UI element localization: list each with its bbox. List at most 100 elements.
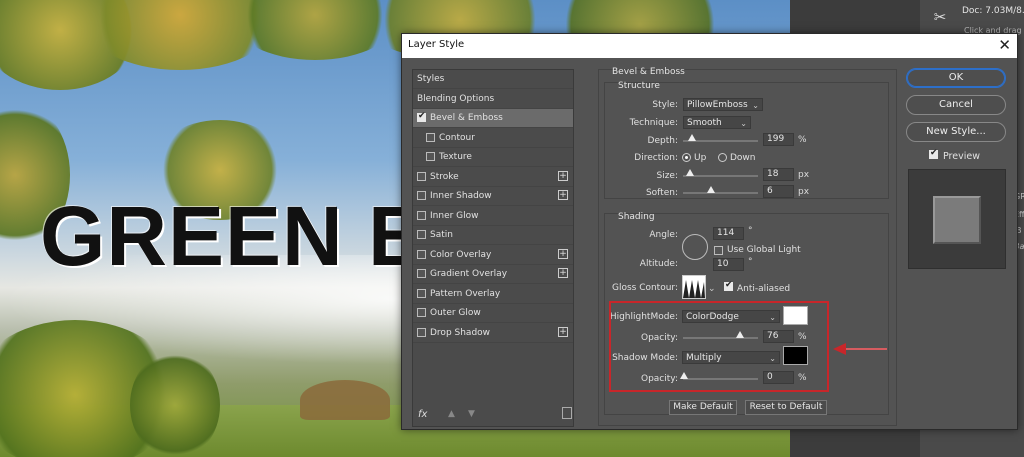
distant-trees <box>300 380 390 420</box>
checkbox-checked[interactable] <box>417 111 426 122</box>
list-item-label: Drop Shadow <box>430 327 491 338</box>
layer-style-dialog: Layer Style ✕ Styles Blending Options Be… <box>401 33 1018 430</box>
size-label: Size: <box>656 171 678 181</box>
texture-item[interactable]: Texture <box>413 148 573 167</box>
checkbox[interactable] <box>417 171 426 181</box>
shading-title: Shading <box>618 212 655 222</box>
depth-input[interactable]: 199 <box>763 133 794 146</box>
bevel-emboss-item[interactable]: Bevel & Emboss <box>413 109 573 128</box>
style-label: Style: <box>652 100 678 110</box>
anti-aliased-checkbox[interactable] <box>724 280 733 291</box>
add-icon[interactable]: + <box>558 248 568 259</box>
size-unit: px <box>798 170 810 180</box>
inner-shadow-item[interactable]: Inner Shadow + <box>413 187 573 206</box>
soften-unit: px <box>798 187 810 197</box>
style-dropdown[interactable]: PillowEmboss ⌄ <box>683 98 763 111</box>
add-icon[interactable]: + <box>558 190 568 200</box>
pattern-overlay-item[interactable]: Pattern Overlay <box>413 285 573 304</box>
fx-icon[interactable]: fx <box>418 409 427 420</box>
doc-size-info: Doc: 7.03M/8.9 <box>962 6 1024 16</box>
list-item-label: Bevel & Emboss <box>430 113 503 123</box>
cancel-button[interactable]: Cancel <box>906 95 1006 115</box>
styles-list: Styles Blending Options Bevel & Emboss C… <box>412 69 574 427</box>
close-icon[interactable]: ✕ <box>998 36 1011 54</box>
preview-checkbox[interactable] <box>929 148 938 159</box>
direction-up-radio[interactable] <box>682 153 691 162</box>
size-input[interactable]: 18 <box>763 168 794 181</box>
preview-label: Preview <box>943 151 980 162</box>
add-icon[interactable]: + <box>558 170 568 181</box>
depth-slider[interactable] <box>683 134 758 142</box>
chevron-down-icon[interactable]: ⌄ <box>708 284 716 294</box>
gloss-contour-thumbnail[interactable] <box>682 275 706 299</box>
tools-icon[interactable]: ✂ <box>928 6 952 28</box>
anti-aliased-label: Anti-aliased <box>737 284 791 294</box>
direction-down-radio[interactable] <box>718 153 727 162</box>
checkbox[interactable] <box>426 152 435 161</box>
technique-dropdown[interactable]: Smooth ⌄ <box>683 116 751 129</box>
list-item-label: Inner Shadow <box>430 191 492 201</box>
list-item-label: Styles <box>417 74 445 84</box>
chevron-down-icon: ⌄ <box>740 119 747 128</box>
contour-curve-icon <box>683 276 705 298</box>
move-up-icon[interactable]: ▲ <box>448 409 455 419</box>
inner-glow-item[interactable]: Inner Glow <box>413 207 573 226</box>
add-icon[interactable]: + <box>558 268 568 278</box>
soften-input[interactable]: 6 <box>763 185 794 198</box>
chevron-down-icon: ⌄ <box>752 101 759 110</box>
direction-down-label: Down <box>730 153 756 163</box>
shading-group: Shading Angle: 114 ° Use Global Light Al… <box>604 212 889 415</box>
dialog-titlebar[interactable]: Layer Style ✕ <box>402 34 1017 58</box>
outer-glow-item[interactable]: Outer Glow <box>413 304 573 323</box>
new-style-button[interactable]: New Style... <box>906 122 1006 142</box>
checkbox[interactable] <box>417 210 426 220</box>
list-footer: fx ▲ ▼ <box>413 404 573 426</box>
list-item-label: Inner Glow <box>430 210 479 221</box>
styles-list-item[interactable]: Styles <box>413 70 573 89</box>
depth-slider-knob[interactable] <box>688 134 696 141</box>
stroke-item[interactable]: Stroke + <box>413 168 573 187</box>
ok-button[interactable]: OK <box>906 68 1006 88</box>
soften-slider-knob[interactable] <box>707 186 715 193</box>
checkbox[interactable] <box>417 249 426 259</box>
list-item-label: Texture <box>439 152 472 162</box>
make-default-button[interactable]: Make Default <box>669 400 737 415</box>
depth-label: Depth: <box>647 136 678 146</box>
checkbox[interactable] <box>417 230 426 239</box>
size-slider-knob[interactable] <box>686 169 694 176</box>
angle-unit: ° <box>748 226 753 236</box>
arrow-left-icon <box>833 343 887 355</box>
foliage <box>130 350 220 457</box>
contour-item[interactable]: Contour <box>413 129 573 148</box>
angle-input[interactable]: 114 <box>713 227 744 240</box>
direction-up-label: Up <box>694 153 707 163</box>
global-light-checkbox[interactable] <box>714 246 723 255</box>
checkbox[interactable] <box>417 191 426 200</box>
reset-default-button[interactable]: Reset to Default <box>745 400 827 415</box>
trash-icon[interactable] <box>562 407 572 419</box>
soften-slider[interactable] <box>683 186 758 194</box>
gradient-overlay-item[interactable]: Gradient Overlay + <box>413 265 573 284</box>
canvas-title-text: GREEN B <box>40 189 430 283</box>
color-overlay-item[interactable]: Color Overlay + <box>413 246 573 265</box>
checkbox[interactable] <box>417 288 426 298</box>
satin-item[interactable]: Satin <box>413 226 573 245</box>
technique-label: Technique: <box>629 118 678 128</box>
drop-shadow-item[interactable]: Drop Shadow + <box>413 324 573 343</box>
checkbox[interactable] <box>417 269 426 278</box>
add-icon[interactable]: + <box>558 326 568 337</box>
move-down-icon[interactable]: ▼ <box>468 409 475 419</box>
checkbox[interactable] <box>417 308 426 317</box>
size-slider[interactable] <box>683 169 758 177</box>
list-item-label: Outer Glow <box>430 308 481 318</box>
list-item-label: Stroke <box>430 171 459 182</box>
gloss-contour-label: Gloss Contour: <box>611 283 678 293</box>
blending-options-item[interactable]: Blending Options <box>413 90 573 109</box>
altitude-label: Altitude: <box>639 259 678 269</box>
angle-dial[interactable] <box>682 234 708 260</box>
checkbox[interactable] <box>426 132 435 142</box>
altitude-input[interactable]: 10 <box>713 258 744 271</box>
preview-shape <box>933 196 981 244</box>
checkbox[interactable] <box>417 327 426 337</box>
style-value: PillowEmboss <box>687 100 748 110</box>
